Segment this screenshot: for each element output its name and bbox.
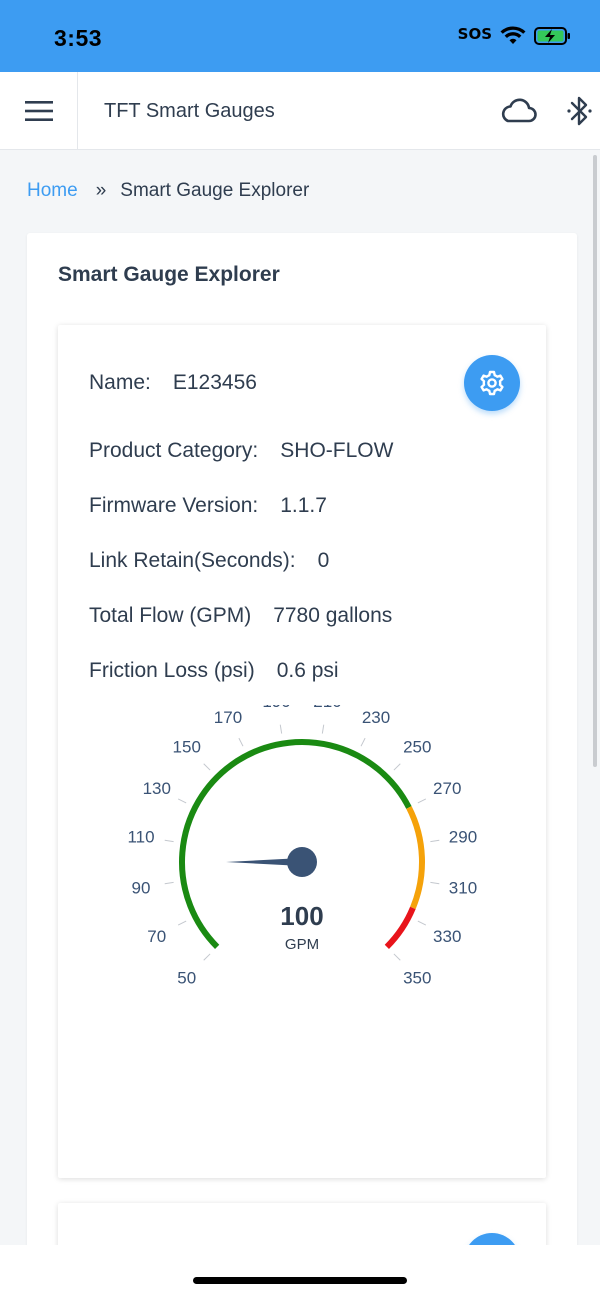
- gauge-tick: [360, 737, 366, 747]
- menu-button[interactable]: [0, 72, 78, 150]
- menu-icon: [24, 101, 53, 121]
- gauge-tick-label: 110: [127, 828, 154, 847]
- gauge-band-1: [406, 806, 425, 910]
- battery-icon: [534, 27, 570, 45]
- gauge-tick: [279, 724, 283, 734]
- app-title: TFT Smart Gauges: [104, 100, 275, 122]
- link-retain-row: Link Retain(Seconds): 0: [89, 549, 329, 573]
- link-retain-value: 0: [317, 549, 330, 572]
- status-time: 3:53: [54, 25, 103, 51]
- gauge-tick: [321, 724, 325, 734]
- gauge-value: 100: [280, 901, 323, 931]
- gauge-tick-label: 70: [147, 927, 166, 946]
- total-flow-row: Total Flow (GPM) 7780 gallons: [89, 604, 392, 628]
- status-icons: SOS: [457, 25, 572, 46]
- gauge-tick: [238, 737, 244, 747]
- gauge-tick: [203, 953, 211, 961]
- gauge-unit: GPM: [285, 936, 319, 953]
- friction-loss-value: 0.6 psi: [276, 659, 339, 682]
- app-header: TFT Smart Gauges: [0, 72, 600, 150]
- name-value: E123456: [172, 371, 257, 394]
- category-label: Product Category:: [89, 439, 259, 462]
- gauge-tick: [430, 839, 440, 843]
- gear-icon: [480, 370, 504, 396]
- category-row: Product Category: SHO-FLOW: [89, 439, 393, 463]
- sos-indicator: SOS: [457, 25, 492, 43]
- breadcrumb-home-link[interactable]: Home: [27, 180, 78, 202]
- gauge-needle-hub: [287, 847, 317, 877]
- gauge-tick-label: 170: [214, 708, 242, 727]
- settings-button[interactable]: [464, 355, 520, 411]
- gauge-tick: [430, 881, 440, 885]
- gauge-tick: [203, 763, 211, 771]
- gauge-tick-label: 290: [449, 828, 477, 847]
- gauge-tick: [393, 763, 401, 771]
- breadcrumb-current: Smart Gauge Explorer: [120, 180, 310, 201]
- firmware-value: 1.1.7: [280, 494, 327, 517]
- gauge-tick-label: 250: [403, 738, 431, 757]
- gauge-tick-label: 50: [177, 968, 196, 987]
- friction-loss-row: Friction Loss (psi) 0.6 psi: [89, 659, 339, 683]
- friction-loss-label: Friction Loss (psi): [89, 659, 255, 682]
- explorer-card: Smart Gauge Explorer Name: E123456 Produc…: [27, 233, 577, 1298]
- cloud-button[interactable]: [498, 94, 538, 131]
- gauge-tick-label: 90: [132, 878, 151, 897]
- gauge-tick: [417, 798, 427, 804]
- gauge-tick-label: 270: [433, 779, 461, 798]
- breadcrumb: Home » Smart Gauge Explorer: [27, 180, 309, 202]
- category-value: SHO-FLOW: [280, 439, 394, 462]
- wifi-icon: [500, 26, 526, 44]
- gauge-tick-label: 130: [143, 779, 171, 798]
- gauge-tick-label: 210: [313, 705, 341, 711]
- gauge-tick: [417, 920, 427, 926]
- firmware-label: Firmware Version:: [89, 494, 259, 517]
- bluetooth-icon: [567, 96, 592, 126]
- gauge-tick: [177, 920, 187, 926]
- bluetooth-button[interactable]: [566, 94, 594, 133]
- gauge-band-2: [384, 906, 416, 949]
- gauge-tick-label: 310: [449, 878, 477, 897]
- gauge-tick: [164, 839, 174, 843]
- home-indicator[interactable]: [193, 1277, 407, 1284]
- gauge-tick-label: 330: [433, 927, 461, 946]
- firmware-row: Firmware Version: 1.1.7: [89, 494, 327, 518]
- bottom-safe-area: [0, 1245, 600, 1298]
- flow-gauge: 50 70 90 110 130 150 170 190 210 230 250 270 290 310 3…: [127, 705, 477, 987]
- name-label: Name:: [89, 371, 151, 394]
- status-bar: 3:53 SOS: [0, 0, 600, 72]
- total-flow-value: 7780 gallons: [273, 604, 393, 627]
- gauge-tick: [393, 953, 401, 961]
- device-card: Name: E123456 Product Category: SHO-FLOW F…: [58, 325, 546, 1178]
- gauge-tick-label: 350: [403, 968, 431, 987]
- total-flow-label: Total Flow (GPM): [89, 604, 252, 627]
- gauge-tick: [177, 798, 187, 804]
- breadcrumb-separator: »: [95, 180, 107, 201]
- gauge-tick-label: 190: [262, 705, 290, 711]
- name-row: Name: E123456: [89, 371, 257, 395]
- link-retain-label: Link Retain(Seconds):: [89, 549, 296, 572]
- gauge-tick-label: 230: [362, 708, 390, 727]
- cloud-icon: [501, 98, 537, 123]
- page-title: Smart Gauge Explorer: [58, 263, 280, 286]
- gauge-tick: [164, 881, 174, 885]
- scrollbar[interactable]: [593, 155, 597, 767]
- gauge-tick-label: 150: [173, 738, 201, 757]
